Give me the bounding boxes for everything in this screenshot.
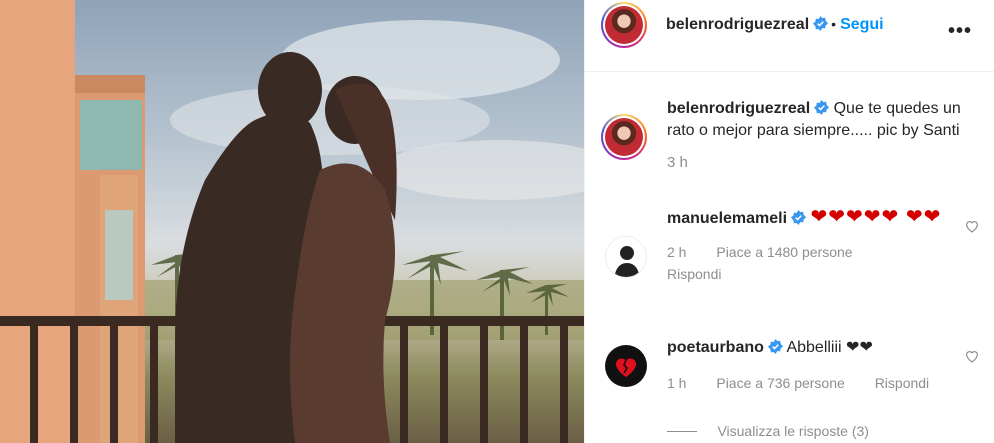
separator-dot: • (831, 16, 837, 32)
heart-outline-icon[interactable] (964, 348, 980, 364)
view-replies-row[interactable]: Visualizza le risposte (3) (667, 423, 869, 441)
comment-item: poetaurbano Abbelliii ❤❤ 1 h Piace a 736… (667, 337, 957, 391)
verified-badge-icon (767, 339, 783, 354)
post-header: belenrodriguezreal • Segui ••• (585, 0, 994, 72)
comment-item: manuelemameli ❤❤❤❤❤ ❤❤ 2 h Piace a 1480 … (667, 206, 957, 282)
author-avatar[interactable] (601, 2, 647, 48)
caption-time: 3 h (667, 154, 688, 171)
post-photo[interactable] (0, 0, 584, 443)
replies-divider-line (667, 431, 697, 433)
verified-badge-icon (791, 210, 807, 225)
follow-button[interactable]: Segui (840, 16, 884, 33)
post-photo-illustration (0, 0, 584, 443)
verified-badge-icon (813, 16, 829, 31)
caption-username[interactable]: belenrodriguezreal (667, 100, 810, 117)
comment-text: Abbelliii ❤❤ (786, 339, 873, 356)
reply-button[interactable]: Rispondi (667, 266, 957, 282)
comment-username[interactable]: poetaurbano (667, 339, 764, 356)
heart-outline-icon[interactable] (964, 218, 980, 234)
commenter-avatar[interactable] (605, 236, 647, 278)
comment-likes[interactable]: Piace a 1480 persone (716, 244, 852, 260)
view-replies-button[interactable]: Visualizza le risposte (3) (717, 423, 868, 439)
verified-badge-icon (814, 100, 830, 115)
comment-time: 2 h (667, 244, 687, 260)
caption-author-avatar[interactable] (601, 114, 647, 160)
broken-heart-icon (615, 358, 637, 377)
more-options-icon[interactable]: ••• (948, 20, 972, 43)
comment-likes[interactable]: Piace a 736 persone (716, 375, 844, 391)
comment-text: ❤❤❤❤❤ ❤❤ (810, 206, 942, 228)
reply-button[interactable]: Rispondi (875, 375, 929, 391)
commenter-avatar[interactable] (605, 345, 647, 387)
comment-time: 1 h (667, 375, 687, 391)
comment-username[interactable]: manuelemameli (667, 210, 787, 227)
post-detail-panel: belenrodriguezreal • Segui ••• belenrodrig… (584, 0, 994, 443)
caption-block: belenrodriguezreal Que te quedes un rato… (667, 98, 985, 171)
author-username[interactable]: belenrodriguezreal (666, 16, 809, 33)
